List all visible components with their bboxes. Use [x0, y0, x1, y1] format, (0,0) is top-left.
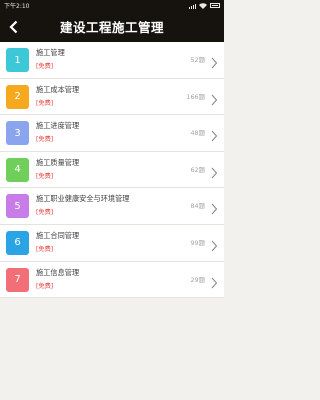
chevron-right-icon — [210, 274, 218, 288]
chapter-name: 施工合同管理 — [36, 230, 80, 240]
question-count: 62题 — [190, 165, 205, 174]
chapter-name: 施工质量管理 — [36, 157, 80, 167]
chevron-left-icon — [8, 20, 17, 33]
chapter-number-badge: 2 — [6, 84, 29, 109]
free-tag: [免费] — [36, 172, 54, 180]
wifi-icon — [199, 2, 207, 9]
list-item[interactable]: 6 施工合同管理 [免费] 99题 — [0, 225, 224, 262]
back-button[interactable] — [0, 11, 26, 42]
free-tag: [免费] — [36, 282, 54, 290]
chapter-name: 施工信息管理 — [36, 267, 80, 277]
question-count: 48题 — [190, 129, 205, 138]
chapter-number-badge: 1 — [6, 48, 29, 72]
nav-bar: 建设工程施工管理 — [0, 11, 224, 42]
question-count: 99题 — [190, 238, 205, 247]
chevron-right-icon — [210, 54, 218, 69]
free-tag: [免费] — [36, 63, 54, 70]
question-count: 84题 — [190, 202, 205, 211]
status-bar: 下午2:10 — [0, 0, 224, 11]
free-tag: [免费] — [36, 209, 54, 217]
list-item[interactable]: 5 施工职业健康安全与环境管理 [免费] 84题 — [0, 188, 224, 225]
chapter-number-badge: 3 — [6, 121, 29, 146]
list-item[interactable]: 1 施工管理 [免费] 52题 — [0, 42, 224, 79]
list-item[interactable]: 7 施工信息管理 [免费] 29题 — [0, 262, 224, 299]
chevron-right-icon — [210, 164, 218, 179]
chapter-name: 施工管理 — [36, 48, 65, 57]
page-title: 建设工程施工管理 — [59, 20, 164, 35]
chevron-right-icon — [210, 91, 218, 105]
list-item[interactable]: 4 施工质量管理 [免费] 62题 — [0, 152, 224, 189]
chapter-list: 1 施工管理 [免费] 52题 2 施工成本管理 [免费] 166题 3 施工进度管理 [免费] 48… — [0, 42, 224, 299]
chapter-number-badge: 6 — [6, 230, 29, 255]
chapter-number-badge: 5 — [6, 194, 29, 219]
free-tag: [免费] — [36, 245, 54, 253]
list-item[interactable]: 3 施工进度管理 [免费] 48题 — [0, 115, 224, 152]
battery-icon — [210, 3, 220, 8]
chapter-number-badge: 4 — [6, 157, 29, 182]
chapter-name: 施工进度管理 — [36, 121, 80, 131]
free-tag: [免费] — [36, 136, 54, 144]
question-count: 52题 — [190, 56, 205, 64]
chevron-right-icon — [210, 237, 218, 252]
chevron-right-icon — [210, 127, 218, 142]
list-item[interactable]: 2 施工成本管理 [免费] 166题 — [0, 79, 224, 116]
chevron-right-icon — [210, 200, 218, 215]
question-count: 166题 — [186, 92, 205, 101]
chapter-name: 施工成本管理 — [36, 84, 80, 94]
question-count: 29题 — [190, 275, 205, 284]
signal-icon — [189, 3, 196, 9]
chapter-name: 施工职业健康安全与环境管理 — [36, 194, 130, 204]
status-icons — [189, 2, 220, 9]
chapter-number-badge: 7 — [6, 267, 29, 292]
free-tag: [免费] — [36, 99, 54, 107]
status-time: 下午2:10 — [4, 3, 30, 10]
